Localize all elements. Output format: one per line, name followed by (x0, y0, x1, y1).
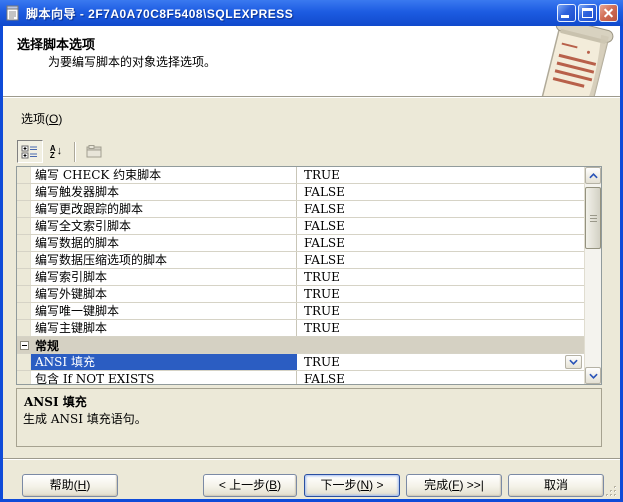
maximize-button[interactable] (578, 4, 597, 22)
category-row[interactable]: 常规 (17, 337, 584, 354)
minimize-icon (561, 15, 569, 18)
property-value[interactable]: FALSE (297, 218, 584, 234)
property-row[interactable]: 编写唯一键脚本TRUE (17, 303, 584, 320)
property-value[interactable]: TRUE (297, 167, 584, 183)
az-sort-icon: AZ ↓ (50, 145, 62, 159)
row-indent (17, 184, 31, 200)
category-label: 常规 (35, 337, 59, 354)
property-grid: 编写 CHECK 约束脚本TRUE编写触发器脚本FALSE编写更改跟踪的脚本FA… (16, 166, 602, 385)
property-row[interactable]: 编写触发器脚本FALSE (17, 184, 584, 201)
row-indent (17, 252, 31, 268)
chevron-up-icon (589, 173, 598, 179)
property-name[interactable]: 编写主键脚本 (31, 320, 297, 336)
property-name[interactable]: 编写全文索引脚本 (31, 218, 297, 234)
property-value[interactable]: TRUE (297, 286, 584, 302)
property-row[interactable]: 编写数据的脚本FALSE (17, 235, 584, 252)
property-value[interactable]: TRUE (297, 320, 584, 336)
property-name[interactable]: 编写外键脚本 (31, 286, 297, 302)
row-indent (17, 286, 31, 302)
row-indent (17, 269, 31, 285)
value-dropdown-button[interactable] (565, 355, 582, 369)
property-name[interactable]: 编写唯一键脚本 (31, 303, 297, 319)
categorized-icon (21, 144, 39, 160)
wizard-banner: 选择脚本选项 为要编写脚本的对象选择选项。 (3, 26, 620, 96)
description-title: ANSI 填充 (24, 393, 87, 410)
description-panel: ANSI 填充 生成 ANSI 填充语句。 (16, 388, 602, 447)
page-subtitle: 为要编写脚本的对象选择选项。 (48, 53, 216, 70)
property-row[interactable]: 编写主键脚本TRUE (17, 320, 584, 337)
collapse-minus-icon[interactable] (20, 341, 29, 350)
wizard-app-icon (5, 5, 21, 21)
property-row[interactable]: 编写索引脚本TRUE (17, 269, 584, 286)
property-grid-toolbar: AZ ↓ (17, 139, 107, 164)
scroll-up-button[interactable] (585, 167, 601, 184)
property-row[interactable]: 编写 CHECK 约束脚本TRUE (17, 167, 584, 184)
property-value[interactable]: FALSE (297, 371, 584, 384)
row-indent (17, 235, 31, 251)
property-value[interactable]: FALSE (297, 252, 584, 268)
title-bar: 脚本向导 - 2F7A0A70C8F5408\SQLEXPRESS (0, 0, 623, 26)
property-value[interactable]: FALSE (297, 184, 584, 200)
bottom-separator (3, 458, 620, 460)
finish-button[interactable]: 完成(F) >>| (406, 474, 502, 497)
row-indent (17, 354, 31, 370)
property-value[interactable]: FALSE (297, 201, 584, 217)
row-indent (17, 371, 31, 384)
property-name[interactable]: 包含 If NOT EXISTS (31, 371, 297, 384)
resize-grip-icon[interactable] (605, 485, 618, 498)
page-title: 选择脚本选项 (17, 34, 95, 53)
row-indent (17, 303, 31, 319)
maximize-icon (582, 8, 593, 18)
property-value[interactable]: TRUE (297, 303, 584, 319)
property-row[interactable]: 包含 If NOT EXISTSFALSE (17, 371, 584, 384)
scroll-track[interactable] (585, 184, 601, 367)
next-button[interactable]: 下一步(N) > (304, 474, 400, 497)
property-name[interactable]: 编写 CHECK 约束脚本 (31, 167, 297, 183)
banner-separator (3, 96, 620, 98)
property-value[interactable]: TRUE (297, 354, 584, 370)
property-name[interactable]: 编写索引脚本 (31, 269, 297, 285)
minimize-button[interactable] (557, 4, 576, 22)
property-row[interactable]: 编写更改跟踪的脚本FALSE (17, 201, 584, 218)
thumb-grip-icon (590, 215, 597, 223)
back-button[interactable]: < 上一步(B) (203, 474, 297, 497)
property-row[interactable]: 编写数据压缩选项的脚本FALSE (17, 252, 584, 269)
cancel-button[interactable]: 取消 (508, 474, 604, 497)
property-row[interactable]: 编写外键脚本TRUE (17, 286, 584, 303)
categorized-button[interactable] (17, 140, 43, 163)
property-name[interactable]: 编写数据的脚本 (31, 235, 297, 251)
help-button[interactable]: 帮助(H) (22, 474, 118, 497)
property-value[interactable]: TRUE (297, 269, 584, 285)
property-pages-icon (85, 145, 103, 159)
property-row[interactable]: 编写全文索引脚本FALSE (17, 218, 584, 235)
down-arrow-icon: ↓ (57, 146, 63, 157)
row-indent (17, 167, 31, 183)
row-indent (17, 201, 31, 217)
window-title: 脚本向导 - 2F7A0A70C8F5408\SQLEXPRESS (26, 5, 555, 22)
description-text: 生成 ANSI 填充语句。 (23, 410, 147, 427)
grid-rows: 编写 CHECK 约束脚本TRUE编写触发器脚本FALSE编写更改跟踪的脚本FA… (17, 167, 584, 384)
row-indent (17, 218, 31, 234)
vertical-scrollbar[interactable] (584, 167, 601, 384)
scroll-thumb[interactable] (585, 187, 601, 249)
scroll-watermark-image (528, 26, 620, 96)
alphabetical-sort-button[interactable]: AZ ↓ (43, 140, 69, 163)
chevron-down-icon (569, 359, 578, 365)
property-name[interactable]: 编写数据压缩选项的脚本 (31, 252, 297, 268)
property-name[interactable]: 编写更改跟踪的脚本 (31, 201, 297, 217)
property-row[interactable]: ANSI 填充TRUE (17, 354, 584, 371)
property-name[interactable]: 编写触发器脚本 (31, 184, 297, 200)
toolbar-separator (74, 142, 76, 162)
options-label: 选项(O) (21, 110, 62, 127)
close-button[interactable] (599, 4, 618, 22)
chevron-down-icon (589, 373, 598, 379)
property-pages-button (81, 140, 107, 163)
scroll-down-button[interactable] (585, 367, 601, 384)
property-value[interactable]: FALSE (297, 235, 584, 251)
property-name[interactable]: ANSI 填充 (31, 354, 297, 370)
row-indent (17, 320, 31, 336)
